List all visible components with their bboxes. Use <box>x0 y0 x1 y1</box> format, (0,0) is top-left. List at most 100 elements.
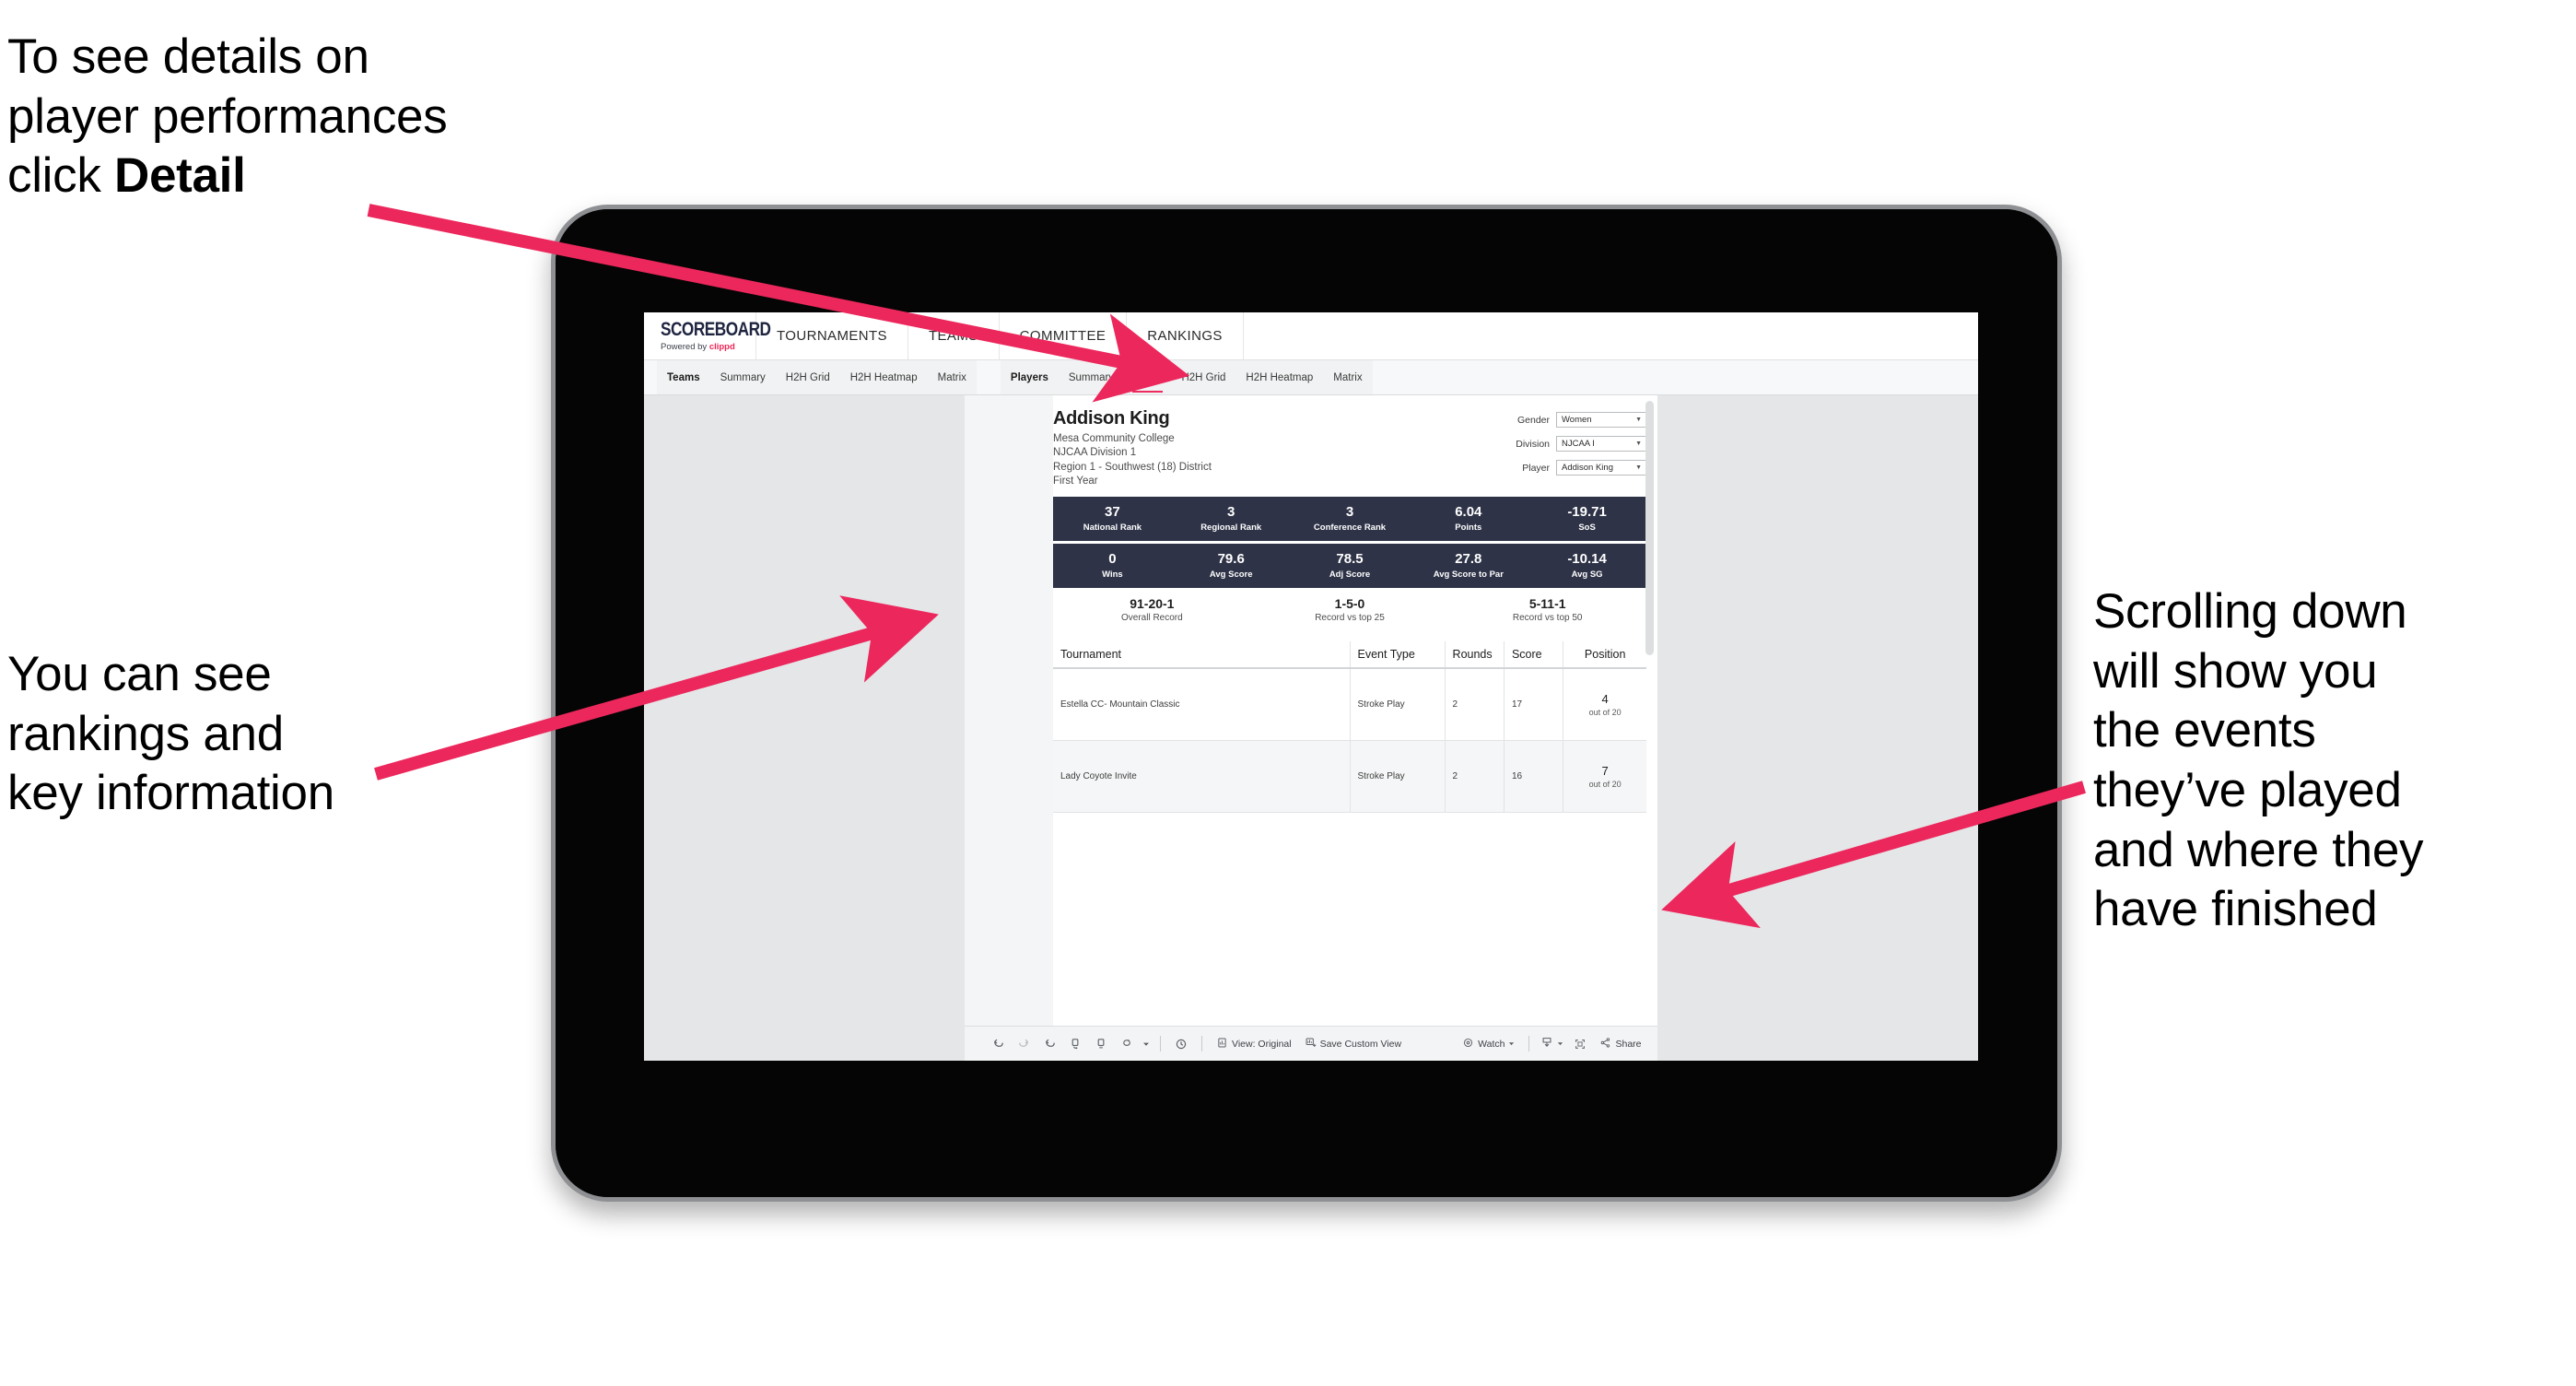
gender-select[interactable]: Women ▼ <box>1556 412 1646 428</box>
stat-value: -10.14 <box>1567 551 1607 568</box>
player-identity-block: Addison King Mesa Community College NJCA… <box>1053 408 1212 487</box>
tab-label: Teams <box>667 371 700 383</box>
table-header-row: Tournament Event Type Rounds Score Posit… <box>1053 641 1646 669</box>
teams-tab-group: Teams Summary H2H Grid H2H Heatmap Matri… <box>657 360 977 394</box>
annotation-line: will show you <box>2093 643 2378 699</box>
stat-value: 78.5 <box>1336 551 1364 568</box>
stat-label: SoS <box>1578 522 1596 533</box>
topnav-label: COMMITTEE <box>1019 328 1107 344</box>
player-header: Addison King Mesa Community College NJCA… <box>1053 408 1657 487</box>
record-label: Record vs top 50 <box>1512 613 1583 623</box>
cell-tournament: Estella CC- Mountain Classic <box>1053 668 1351 741</box>
chevron-down-icon: ▼ <box>1635 464 1642 471</box>
tablet-device-frame: SCOREBOARD Powered by clippd TOURNAMENTS… <box>551 205 2062 1202</box>
topnav-item-tournaments[interactable]: TOURNAMENTS <box>756 312 908 359</box>
tab-teams-summary[interactable]: Summary <box>710 360 776 394</box>
annotation-right: Scrolling down will show you the events … <box>2093 582 2572 940</box>
annotation-line: To see details on <box>7 29 369 84</box>
stat-avg-score-to-par: 27.8 Avg Score to Par <box>1409 552 1528 580</box>
fullscreen-icon[interactable] <box>1567 1031 1593 1057</box>
view-original-button[interactable]: View: Original <box>1210 1032 1298 1056</box>
record-vs-top-25: 1-5-0 Record vs top 25 <box>1251 596 1449 623</box>
record-label: Record vs top 25 <box>1315 613 1385 623</box>
annotation-line: the events <box>2093 703 2316 758</box>
watch-button[interactable]: Watch <box>1456 1032 1521 1056</box>
save-custom-view-button[interactable]: Save Custom View <box>1298 1032 1409 1056</box>
tab-players-matrix[interactable]: Matrix <box>1323 360 1372 394</box>
tab-players[interactable]: Players <box>1001 360 1059 394</box>
tab-label: Matrix <box>937 371 966 383</box>
player-select[interactable]: Addison King ▼ <box>1556 460 1646 476</box>
cell-position: 4 out of 20 <box>1563 668 1646 741</box>
save-custom-view-icon <box>1305 1037 1317 1051</box>
logo-brand-clippd: clippd <box>708 342 735 352</box>
stat-avg-score: 79.6 Avg Score <box>1172 552 1291 580</box>
record-label: Overall Record <box>1120 613 1183 623</box>
zoom-mode-icon[interactable] <box>1114 1031 1140 1057</box>
tab-label: Summary <box>720 371 766 383</box>
chevron-down-icon: ▼ <box>1635 440 1642 447</box>
annotation-text: click <box>7 148 114 204</box>
tab-players-detail[interactable]: Detail <box>1124 360 1171 394</box>
zoom-dropdown-caret-icon[interactable] <box>1140 1031 1153 1057</box>
table-body: Estella CC- Mountain Classic Stroke Play… <box>1053 668 1646 813</box>
vertical-scrollbar[interactable] <box>1645 401 1654 655</box>
table-header: Tournament Event Type Rounds Score Posit… <box>1053 641 1646 669</box>
tab-label: H2H Heatmap <box>849 371 918 383</box>
tab-teams-matrix[interactable]: Matrix <box>928 360 977 394</box>
column-header-position[interactable]: Position <box>1563 641 1646 669</box>
stat-wins: 0 Wins <box>1053 552 1172 580</box>
tab-teams-h2h-grid[interactable]: H2H Grid <box>776 360 840 394</box>
topnav-item-rankings[interactable]: RANKINGS <box>1127 312 1244 359</box>
topnav-item-teams[interactable]: TEAMS <box>908 312 1000 359</box>
topnav-empty-space <box>1244 312 1978 359</box>
stat-value: 27.8 <box>1455 551 1482 568</box>
table-row[interactable]: Lady Coyote Invite Stroke Play 2 16 7 ou… <box>1053 740 1646 813</box>
division-select[interactable]: NJCAA I ▼ <box>1556 436 1646 452</box>
column-header-event-type[interactable]: Event Type <box>1350 641 1446 669</box>
topnav-label: TOURNAMENTS <box>777 328 887 344</box>
annotation-line: Scrolling down <box>2093 584 2407 639</box>
revert-icon[interactable] <box>1036 1031 1062 1057</box>
table-row[interactable]: Estella CC- Mountain Classic Stroke Play… <box>1053 668 1646 741</box>
logo-wordmark: SCOREBOARD <box>661 319 771 340</box>
players-tab-group: Players Summary Detail H2H Grid H2H Heat… <box>1000 360 1373 394</box>
stat-label: Avg Score to Par <box>1433 569 1504 580</box>
scoreboard-logo[interactable]: SCOREBOARD Powered by clippd <box>644 312 771 359</box>
share-button[interactable]: Share <box>1593 1032 1647 1056</box>
annotation-line: they’ve played <box>2093 762 2402 817</box>
gender-filter-label: Gender <box>1516 414 1550 426</box>
annotation-line: have finished <box>2093 882 2378 937</box>
record-summary-row: 91-20-1 Overall Record 1-5-0 Record vs t… <box>1053 596 1646 623</box>
tournament-results-table: Tournament Event Type Rounds Score Posit… <box>1053 641 1646 813</box>
division-select-value: NJCAA I <box>1562 439 1595 449</box>
tab-teams[interactable]: Teams <box>657 360 710 394</box>
tab-players-h2h-grid[interactable]: H2H Grid <box>1171 360 1235 394</box>
stat-avg-sg: -10.14 Avg SG <box>1528 552 1646 580</box>
tab-players-h2h-heatmap[interactable]: H2H Heatmap <box>1235 360 1323 394</box>
gender-select-value: Women <box>1562 415 1592 425</box>
column-header-score[interactable]: Score <box>1504 641 1564 669</box>
download-button[interactable] <box>1537 1032 1567 1056</box>
player-class-year: First Year <box>1053 476 1098 487</box>
tab-players-summary[interactable]: Summary <box>1059 360 1124 394</box>
undo-icon[interactable] <box>985 1031 1011 1057</box>
player-region: Region 1 - Southwest (18) District <box>1053 461 1212 473</box>
tablet-screen-bezel: SCOREBOARD Powered by clippd TOURNAMENTS… <box>556 209 2057 1197</box>
pause-refresh-clock-icon[interactable] <box>1168 1031 1194 1057</box>
cell-position: 7 out of 20 <box>1563 740 1646 813</box>
column-header-tournament[interactable]: Tournament <box>1053 641 1351 669</box>
stat-label: Conference Rank <box>1313 522 1387 533</box>
topnav-item-committee[interactable]: COMMITTEE <box>1000 312 1128 359</box>
secondary-tab-bar: Teams Summary H2H Grid H2H Heatmap Matri… <box>644 360 1978 395</box>
position-number: 4 <box>1601 691 1609 706</box>
gender-filter-row: Gender Women ▼ <box>1516 412 1646 428</box>
refresh-data-icon[interactable] <box>1062 1031 1088 1057</box>
stat-national-rank: 37 National Rank <box>1053 505 1172 533</box>
column-header-rounds[interactable]: Rounds <box>1445 641 1505 669</box>
tab-teams-h2h-heatmap[interactable]: H2H Heatmap <box>840 360 928 394</box>
annotation-emphasis: Detail <box>113 148 246 204</box>
logo-tagline: Powered by clippd <box>661 342 755 352</box>
pause-auto-updates-icon[interactable] <box>1088 1031 1114 1057</box>
redo-icon[interactable] <box>1011 1031 1036 1057</box>
